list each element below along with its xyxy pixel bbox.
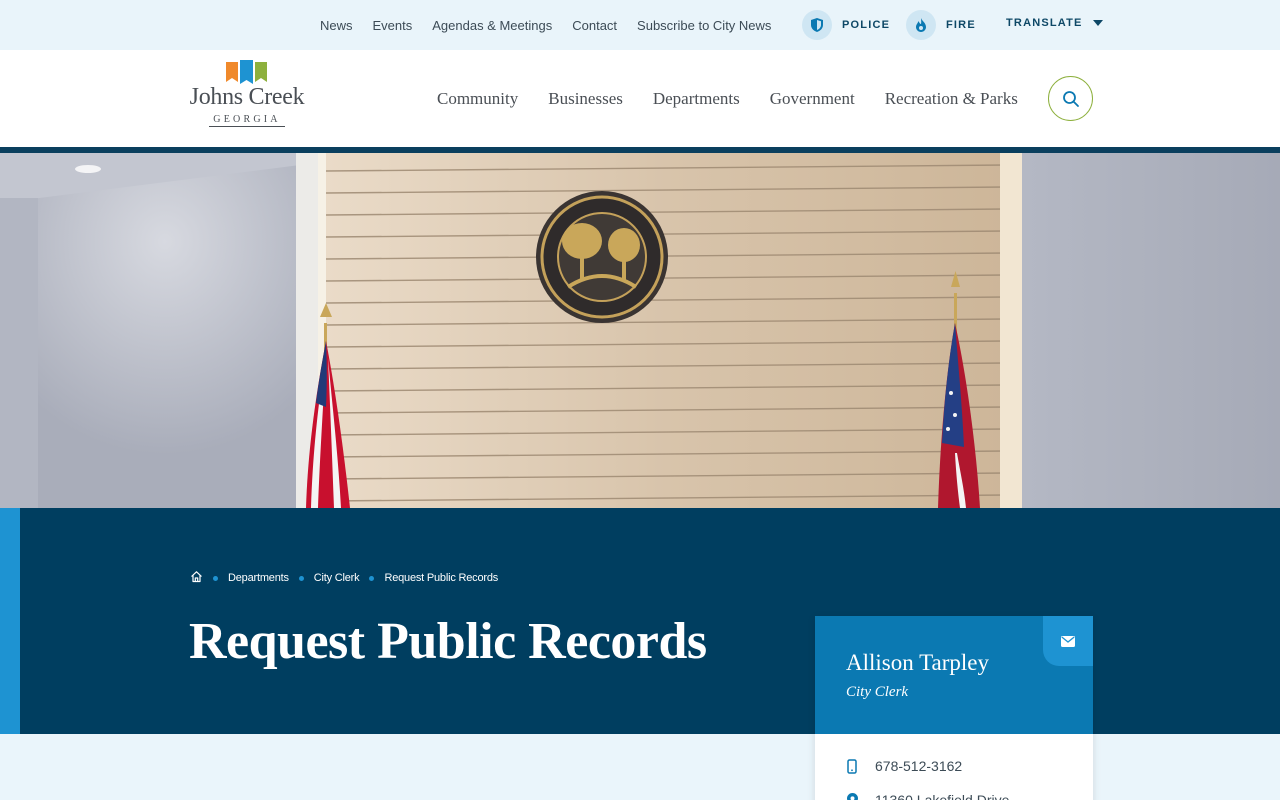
logo-state: GEORGIA (209, 114, 285, 127)
nav-recreation-parks[interactable]: Recreation & Parks (885, 89, 1018, 109)
utility-links: News Events Agendas & Meetings Contact S… (320, 0, 791, 50)
logo-name: Johns Creek (189, 84, 305, 110)
breadcrumb-departments[interactable]: Departments (228, 572, 289, 584)
contact-phone-row[interactable]: 678-512-3162 (845, 758, 962, 774)
contact-address-row[interactable]: 11360 Lakefield Drive (845, 792, 1009, 800)
search-button[interactable] (1048, 76, 1093, 121)
utility-link-news[interactable]: News (320, 18, 353, 33)
search-icon (1062, 90, 1079, 107)
utility-link-agendas[interactable]: Agendas & Meetings (432, 18, 552, 33)
police-label: POLICE (842, 19, 891, 31)
breadcrumb-separator (213, 575, 218, 581)
nav-businesses[interactable]: Businesses (548, 89, 623, 109)
contact-name: Allison Tarpley (846, 650, 989, 675)
utility-bar: News Events Agendas & Meetings Contact S… (0, 0, 1280, 50)
translate-dropdown[interactable]: TRANSLATE (1006, 17, 1103, 29)
shield-icon (802, 10, 832, 40)
phone-icon (845, 758, 859, 774)
contact-address: 11360 Lakefield Drive (875, 792, 1010, 800)
translate-label: TRANSLATE (1006, 17, 1083, 29)
map-pin-icon (845, 792, 859, 800)
fire-link[interactable]: FIRE (906, 10, 976, 40)
envelope-icon (1061, 635, 1075, 647)
breadcrumb-current: Request Public Records (384, 572, 499, 584)
hero-image (0, 153, 1280, 508)
breadcrumb-separator (298, 575, 304, 581)
nav-community[interactable]: Community (437, 89, 518, 109)
breadcrumb-city-clerk[interactable]: City Clerk (314, 572, 360, 584)
utility-link-contact[interactable]: Contact (572, 18, 617, 33)
contact-role: City Clerk (846, 684, 909, 700)
caret-down-icon (1092, 20, 1103, 26)
main-nav: Community Businesses Departments Governm… (437, 50, 1048, 147)
nav-departments[interactable]: Departments (653, 89, 740, 109)
home-icon[interactable] (190, 570, 203, 586)
email-button[interactable] (1043, 616, 1093, 666)
utility-link-subscribe[interactable]: Subscribe to City News (637, 18, 771, 33)
logo-flags-icon (226, 60, 267, 84)
utility-link-events[interactable]: Events (373, 18, 413, 33)
contact-card: Allison Tarpley City Clerk 678-512-3162 … (815, 616, 1093, 800)
contact-card-header: Allison Tarpley City Clerk (815, 616, 1093, 734)
contact-phone: 678-512-3162 (875, 758, 963, 774)
flame-icon (906, 10, 936, 40)
police-link[interactable]: POLICE (802, 10, 890, 40)
fire-label: FIRE (946, 19, 976, 31)
site-logo[interactable]: Johns Creek GEORGIA (186, 60, 308, 132)
site-header: Johns Creek GEORGIA Community Businesses… (0, 50, 1280, 147)
nav-government[interactable]: Government (770, 89, 855, 109)
page-title: Request Public Records (189, 613, 707, 670)
breadcrumb-separator (369, 575, 375, 581)
breadcrumb: Departments City Clerk Request Public Re… (190, 570, 498, 586)
band-accent (0, 508, 20, 734)
